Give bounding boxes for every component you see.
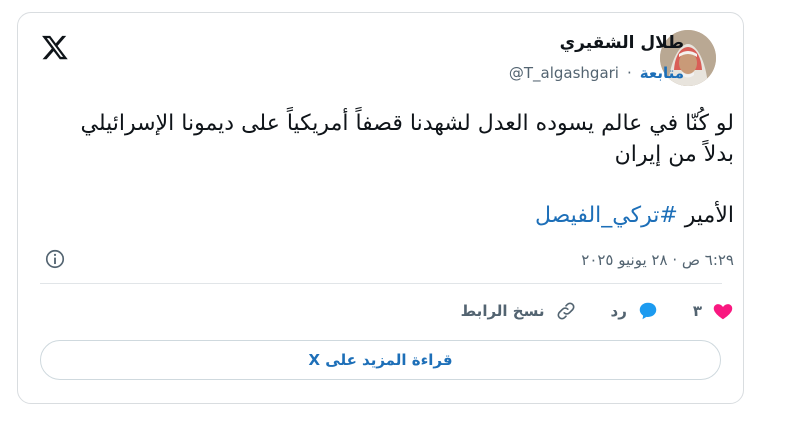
divider [40, 283, 722, 284]
author-meta: متابعة · @T_algashgari [509, 64, 684, 82]
hashtag-line: الأمير #تركي_الفيصل [535, 203, 734, 228]
info-icon[interactable] [44, 248, 66, 270]
reply-action[interactable]: رد [611, 300, 659, 322]
heart-icon [713, 304, 733, 320]
x-logo-icon[interactable] [40, 33, 70, 61]
read-more-button[interactable]: قراءة المزيد على X [40, 340, 721, 380]
reply-label: رد [610, 302, 627, 320]
hashtag-prefix: الأمير [684, 203, 734, 228]
reply-bubble-icon [639, 302, 657, 320]
like-action[interactable]: ٣ [693, 300, 734, 322]
like-count: ٣ [692, 302, 702, 320]
author-handle[interactable]: @T_algashgari [509, 64, 619, 82]
tweet-timestamp[interactable]: ٦:٢٩ ص · ٢٨ يونيو ٢٠٢٥ [581, 251, 734, 269]
hashtag-link[interactable]: #تركي_الفيصل [535, 203, 678, 228]
separator-dot: · [626, 64, 632, 82]
action-bar: ٣ رد نسخ الرابط [461, 300, 734, 322]
link-icon [557, 302, 574, 320]
copy-link-action[interactable]: نسخ الرابط [461, 300, 577, 322]
follow-button[interactable]: متابعة [640, 64, 684, 82]
copy-link-label: نسخ الرابط [460, 302, 545, 320]
tweet-text: لو كُنّا في عالم يسوده العدل لشهدنا قصفا… [80, 111, 734, 167]
author-name[interactable]: طلال الشقيري [560, 33, 684, 53]
